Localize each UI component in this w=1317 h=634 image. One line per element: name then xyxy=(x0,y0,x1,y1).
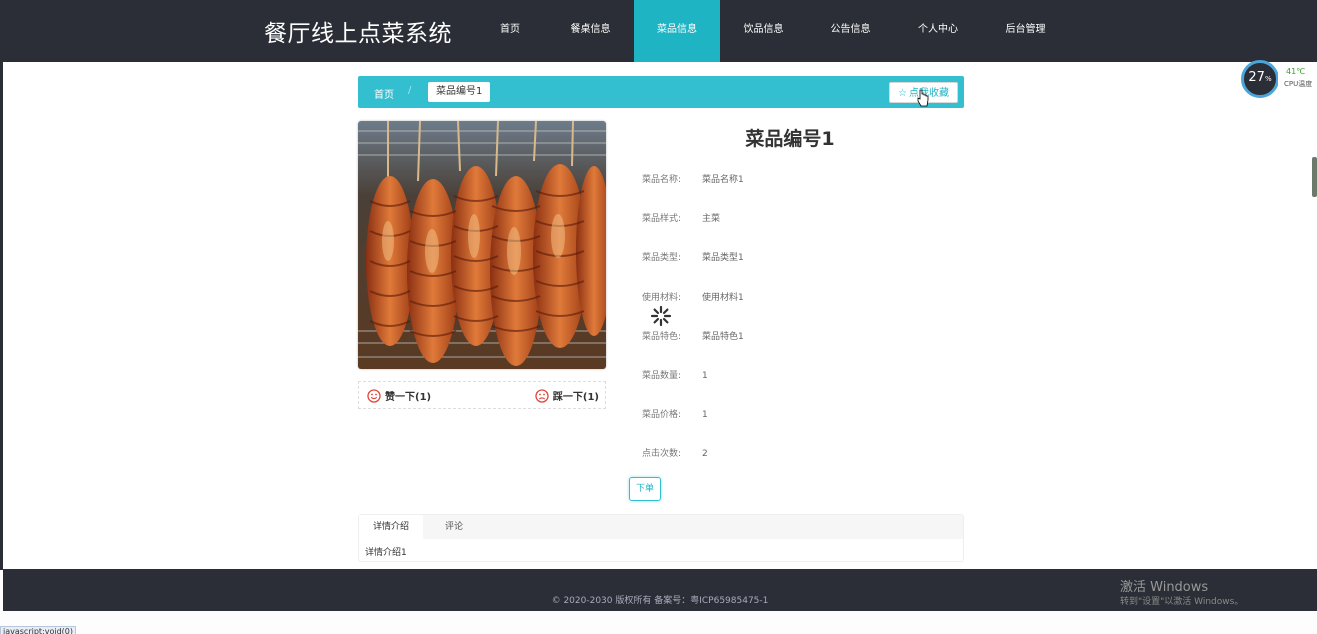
info-value: 1 xyxy=(702,410,708,421)
info-value: 菜品特色1 xyxy=(702,331,744,342)
tab-0[interactable]: 详情介绍 xyxy=(359,515,424,539)
dislike-button[interactable]: 踩一下(1) xyxy=(535,388,599,403)
brand-title: 餐厅线上点菜系统 xyxy=(264,21,452,47)
info-key: 使用材料: xyxy=(642,292,682,303)
tab-header: 详情介绍 评论 xyxy=(359,515,963,539)
order-button[interactable]: 下单 xyxy=(629,477,661,501)
bottom-strip xyxy=(0,611,1317,634)
info-key: 菜品特色: xyxy=(642,331,682,342)
dish-info-list: 菜品名称: 菜品名称1 菜品样式: 主菜菜品类型: 菜品类型1 使用材料: 使用材料1 菜品特… xyxy=(642,172,744,486)
info-row: 菜品特色: 菜品特色1 xyxy=(642,329,744,368)
nav-item-1[interactable]: 餐桌信息 xyxy=(547,0,634,62)
tab-1[interactable]: 评论 xyxy=(423,515,477,539)
info-row: 菜品数量: 1 xyxy=(642,368,744,407)
like-label: 赞一下(1) xyxy=(385,392,432,403)
nav-item-3[interactable]: 饮品信息 xyxy=(720,0,807,62)
breadcrumb: 首页 / 菜品编号1 ☆ 点我收藏 xyxy=(358,76,964,108)
info-value: 1 xyxy=(702,370,708,381)
info-key: 菜品名称: xyxy=(642,175,682,185)
cpu-gauge-widget[interactable]: 27% 41℃ CPU温度 xyxy=(1240,60,1317,98)
breadcrumb-current: 菜品编号1 xyxy=(428,82,491,102)
info-key: 点击次数: xyxy=(642,449,682,460)
cpu-temp-value: 41℃ xyxy=(1286,67,1306,76)
cpu-usage-percent: 27% xyxy=(1248,70,1272,85)
info-row: 菜品类型: 菜品类型1 xyxy=(642,250,744,289)
like-panel: 赞一下(1) 踩一下(1) xyxy=(358,381,606,409)
info-key: 菜品样式: xyxy=(642,214,682,225)
left-edge xyxy=(0,0,3,570)
info-value: 主菜 xyxy=(702,214,721,225)
dish-photo xyxy=(358,121,606,369)
info-row: 菜品样式: 主菜 xyxy=(642,211,744,250)
star-icon: ☆ xyxy=(898,88,907,99)
cpu-temp-label: CPU温度 xyxy=(1284,80,1313,88)
info-value: 菜品类型1 xyxy=(702,253,744,264)
info-key: 菜品数量: xyxy=(642,370,682,381)
info-row: 菜品价格: 1 xyxy=(642,407,744,446)
loading-spinner-icon xyxy=(650,305,672,327)
dislike-label: 踩一下(1) xyxy=(552,392,599,403)
nav-item-6[interactable]: 后台管理 xyxy=(982,0,1069,62)
dish-title: 菜品编号1 xyxy=(745,128,835,150)
nav-item-4[interactable]: 公告信息 xyxy=(807,0,894,62)
info-key: 菜品类型: xyxy=(642,253,682,264)
hand-cursor-icon xyxy=(917,89,929,107)
info-key: 菜品价格: xyxy=(642,410,682,421)
tab-content: 详情介绍1 xyxy=(365,548,407,558)
info-row: 菜品名称: 菜品名称1 xyxy=(642,172,744,211)
windows-activation-hint: 转到"设置"以激活 Windows。 xyxy=(1120,597,1244,607)
windows-activation-title: 激活 Windows xyxy=(1120,580,1209,595)
detail-tabs: 详情介绍 评论 详情介绍1 xyxy=(358,514,964,562)
breadcrumb-separator: / xyxy=(408,85,412,96)
nav-item-0[interactable]: 首页 xyxy=(473,0,547,62)
nav-item-2[interactable]: 菜品信息 xyxy=(634,0,720,62)
like-button[interactable]: 赞一下(1) xyxy=(367,388,431,403)
favorite-label: 点我收藏 xyxy=(909,88,949,99)
breadcrumb-home[interactable]: 首页 xyxy=(374,86,394,101)
frown-icon xyxy=(535,388,549,403)
info-value: 使用材料1 xyxy=(702,292,744,303)
info-value: 2 xyxy=(702,449,708,460)
smile-icon xyxy=(367,388,381,403)
top-navbar: 餐厅线上点菜系统 首页 餐桌信息 菜品信息 饮品信息 公告信息 个人中心 后台管理 xyxy=(3,0,1317,62)
nav-item-5[interactable]: 个人中心 xyxy=(894,0,982,62)
info-value: 菜品名称1 xyxy=(702,175,744,185)
side-handle[interactable] xyxy=(1312,157,1317,197)
status-bar-url: javascript:void(0) xyxy=(0,626,77,634)
main-menu: 首页 餐桌信息 菜品信息 饮品信息 公告信息 个人中心 后台管理 xyxy=(473,0,1069,62)
